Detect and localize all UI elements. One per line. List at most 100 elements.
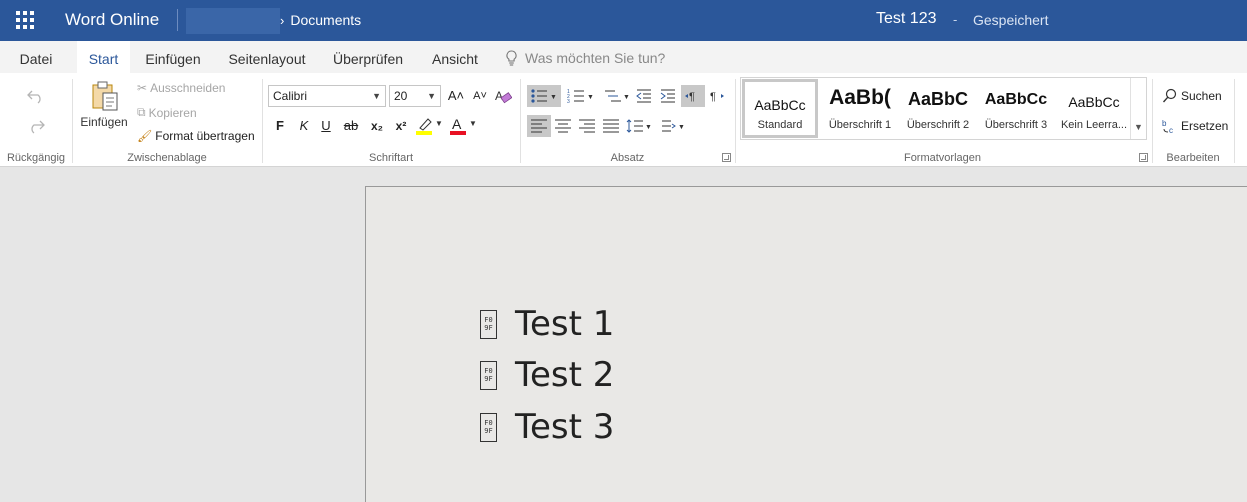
shrink-font-button[interactable]: A˅ <box>470 85 490 107</box>
breadcrumb[interactable]: › Documents <box>280 12 361 28</box>
left-to-right-icon: ¶ <box>685 91 695 103</box>
superscript-button[interactable]: x² <box>390 115 412 137</box>
tab-start[interactable]: Start <box>77 41 130 73</box>
font-name-combo[interactable]: Calibri ▼ <box>268 85 386 107</box>
app-launcher-icon[interactable] <box>16 11 34 29</box>
app-name[interactable]: Word Online <box>65 10 159 30</box>
align-right-icon <box>579 119 595 133</box>
styles-dialog-launcher-icon[interactable] <box>1139 153 1148 162</box>
italic-button[interactable]: K <box>294 115 314 137</box>
group-label-clipboard: Zwischenablage <box>127 152 207 164</box>
numbering-button[interactable]: 1 2 3 ▼ <box>564 85 598 107</box>
document-title[interactable]: Test 123 <box>876 10 936 28</box>
font-size-value: 20 <box>394 89 408 103</box>
justify-button[interactable] <box>599 115 623 137</box>
replace-button[interactable]: bc Ersetzen <box>1162 118 1228 134</box>
subscript-button[interactable]: x₂ <box>366 115 388 137</box>
style-name: Kein Leerra... <box>1060 119 1128 131</box>
tab-einfuegen[interactable]: Einfügen <box>137 41 209 73</box>
clear-formatting-icon[interactable]: A <box>494 88 512 104</box>
multilevel-list-icon: ▼ <box>605 90 630 102</box>
tab-ansicht[interactable]: Ansicht <box>424 41 486 73</box>
ltr-button[interactable]: ¶ <box>681 85 705 107</box>
justify-icon <box>603 119 619 133</box>
svg-text:¶: ¶ <box>710 91 716 103</box>
tab-datei[interactable]: Datei <box>5 41 67 73</box>
multilevel-list-button[interactable]: ▼ <box>600 85 632 107</box>
style-heading-2[interactable]: AaBbC Überschrift 2 <box>900 79 976 138</box>
paste-button[interactable]: Einfügen <box>78 79 130 139</box>
shrink-font-icon: A˅ <box>473 90 487 102</box>
copy-label: Kopieren <box>148 105 197 120</box>
svg-text:▼: ▼ <box>587 94 594 101</box>
group-label-styles: Formatvorlagen <box>903 152 982 164</box>
breadcrumb-documents[interactable]: Documents <box>290 12 361 28</box>
redacted-onedrive-name[interactable] <box>186 8 280 34</box>
line-spacing-button[interactable]: ▼ <box>623 115 655 137</box>
list-item[interactable]: F0 9F Test 1 <box>480 304 614 344</box>
chevron-down-icon: ▼ <box>1134 122 1143 132</box>
svg-text:▼: ▼ <box>550 94 557 101</box>
grow-font-button[interactable]: A˄ <box>446 85 466 107</box>
undo-icon[interactable] <box>27 88 45 104</box>
paragraph-spacing-button[interactable]: ▼ <box>658 115 690 137</box>
increase-indent-button[interactable] <box>656 85 680 107</box>
find-button[interactable]: Suchen <box>1162 88 1222 104</box>
style-preview: AaBbC <box>907 89 968 109</box>
copy-button[interactable]: ⧉ Kopieren <box>137 105 197 120</box>
highlighter-icon <box>419 118 432 131</box>
tab-ueberpruefen[interactable]: Überprüfen <box>326 41 410 73</box>
style-no-spacing[interactable]: AaBbCc Kein Leerra... <box>1056 79 1132 138</box>
align-left-button[interactable] <box>527 115 551 137</box>
missing-glyph-bullet-icon: F0 9F <box>480 412 497 442</box>
group-divider <box>735 79 736 163</box>
svg-text:▼: ▼ <box>645 124 652 131</box>
align-center-button[interactable] <box>551 115 575 137</box>
highlight-color-button[interactable]: ▼ <box>416 117 444 139</box>
font-size-combo[interactable]: 20 ▼ <box>389 85 441 107</box>
svg-text:A: A <box>495 89 503 103</box>
tell-me-box[interactable]: Was möchten Sie tun? <box>505 50 665 66</box>
decrease-indent-button[interactable] <box>632 85 656 107</box>
list-item[interactable]: F0 9F Test 3 <box>480 407 614 447</box>
bullets-button[interactable]: ▼ <box>527 85 561 107</box>
group-label-editing: Bearbeiten <box>1166 152 1220 164</box>
group-divider <box>72 79 73 163</box>
underline-button[interactable]: U <box>316 115 336 137</box>
align-center-icon <box>555 119 571 133</box>
strikethrough-button[interactable]: ab <box>340 115 362 137</box>
tab-seitenlayout[interactable]: Seitenlayout <box>222 41 312 73</box>
rtl-button[interactable]: ¶ <box>705 85 729 107</box>
replace-label: Ersetzen <box>1181 119 1229 133</box>
font-color-button[interactable]: A ▼ <box>450 116 478 139</box>
chevron-down-icon: ▼ <box>372 91 381 101</box>
style-name: Überschrift 3 <box>984 119 1048 131</box>
save-status: Gespeichert <box>973 12 1049 28</box>
list-item-text: Test 1 <box>515 304 615 344</box>
svg-text:¶: ¶ <box>689 91 695 103</box>
styles-more-button[interactable]: ▼ <box>1130 78 1146 139</box>
find-label: Suchen <box>1181 89 1222 103</box>
align-right-button[interactable] <box>575 115 599 137</box>
title-bar: Word Online › Documents Test 123 - Gespei… <box>0 0 1247 41</box>
format-painter-button[interactable]: 🖌 Format übertragen <box>137 129 255 143</box>
paste-icon <box>92 81 118 111</box>
missing-glyph-bullet-icon: F0 9F <box>480 360 497 390</box>
paragraph-spacing-icon: ▼ <box>662 120 685 132</box>
title-separator: - <box>953 12 958 27</box>
bold-button[interactable]: F <box>270 115 290 137</box>
line-spacing-icon: ▼ <box>626 119 652 133</box>
style-heading-3[interactable]: AaBbCc Überschrift 3 <box>978 79 1054 138</box>
redo-icon[interactable] <box>27 118 45 134</box>
group-divider <box>1234 79 1235 163</box>
font-name-value: Calibri <box>273 89 308 103</box>
list-item[interactable]: F0 9F Test 2 <box>480 355 614 395</box>
paragraph-dialog-launcher-icon[interactable] <box>722 153 731 162</box>
style-standard[interactable]: AaBbCc Standard <box>742 79 818 138</box>
document-page[interactable]: F0 9F Test 1 F0 9F Test 2 F0 9F Test 3 <box>365 186 1247 502</box>
lightbulb-icon <box>506 50 517 66</box>
group-divider <box>262 79 263 163</box>
outdent-icon <box>636 89 651 103</box>
style-heading-1[interactable]: AaBb( Überschrift 1 <box>822 79 898 138</box>
cut-button[interactable]: ✂ Ausschneiden <box>137 81 225 95</box>
